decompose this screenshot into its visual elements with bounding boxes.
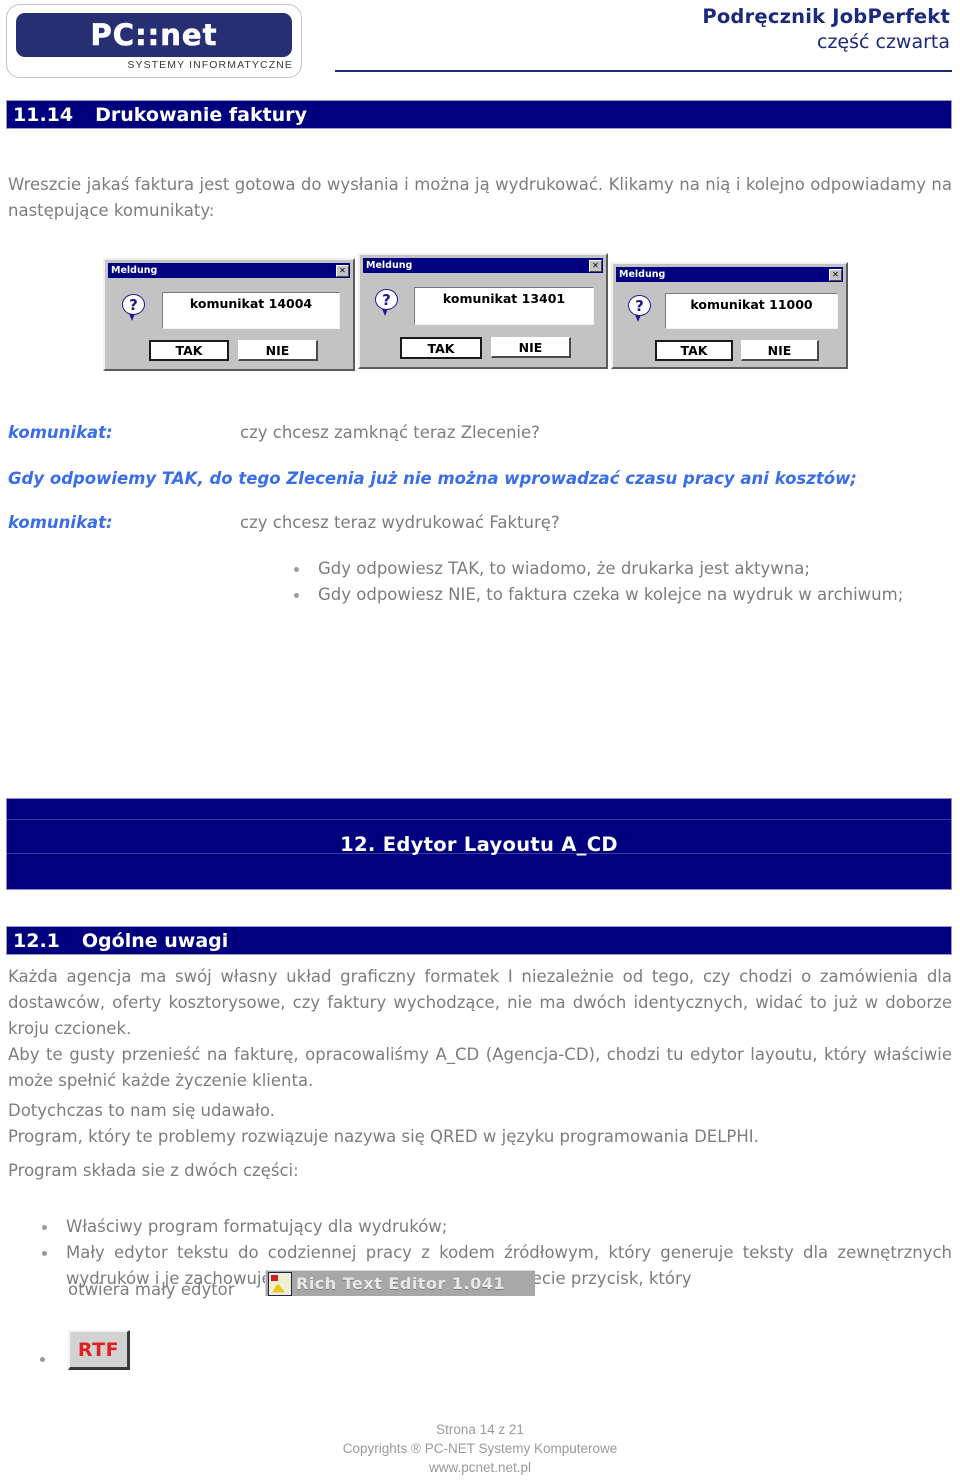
company-logo: PC::net SYSTEMY INFORMATYCZNE xyxy=(6,4,302,78)
dialog-title: Meldung xyxy=(111,265,158,276)
komunikat-note: Gdy odpowiemy TAK, do tego Zlecenia już … xyxy=(8,469,857,488)
dialog-message: komunikat 14004 xyxy=(162,292,340,329)
dialog-komunikat-13401[interactable]: Meldung ✕ ? komunikat 13401 TAK NIE xyxy=(358,253,608,369)
question-mark-icon: ? xyxy=(121,294,147,324)
dialog-yes-button[interactable]: TAK xyxy=(149,340,229,361)
open-editor-text: otwiera mały edytor xyxy=(68,1280,235,1299)
dialog-no-button[interactable]: NIE xyxy=(491,337,571,358)
logo-wordmark: PC::net xyxy=(90,18,218,53)
section-title: Ogólne uwagi xyxy=(81,929,229,952)
manual-title: Podręcznik JobPerfekt xyxy=(702,5,950,28)
dialog-yes-button[interactable]: TAK xyxy=(655,340,733,361)
komunikat-bullet-list: Gdy odpowiesz TAK, to wiadomo, że drukar… xyxy=(288,556,952,608)
logo-tagline: SYSTEMY INFORMATYCZNE xyxy=(127,59,293,71)
dialog-message: komunikat 13401 xyxy=(414,287,594,325)
komunikat-row-1: komunikat: czy chcesz zamknąć teraz Zlece… xyxy=(8,420,952,446)
question-mark-icon: ? xyxy=(627,295,653,325)
section-heading-11-14: 11.14 Drukowanie faktury xyxy=(6,100,952,129)
dialog-titlebar: Meldung ✕ xyxy=(616,267,843,282)
header-titles: Podręcznik JobPerfekt część czwarta xyxy=(702,4,950,55)
chapter-12-block: 12. Edytor Layoutu A_CD xyxy=(6,798,952,890)
dialog-titlebar: Meldung ✕ xyxy=(108,263,350,278)
chapter-title: 12. Edytor Layoutu A_CD xyxy=(340,832,618,856)
dialog-komunikat-11000[interactable]: Meldung ✕ ? komunikat 11000 TAK NIE xyxy=(611,262,848,369)
komunikat-label: komunikat: xyxy=(8,423,113,442)
list-item: Właściwy program formatujący dla wydrukó… xyxy=(36,1214,952,1240)
close-icon[interactable]: ✕ xyxy=(589,259,602,272)
paragraph-ogolne-3: Dotychczas to nam się udawało. Program, … xyxy=(8,1101,759,1146)
list-item: Gdy odpowiesz TAK, to wiadomo, że drukar… xyxy=(288,556,952,582)
copyright-text: Copyrights ® PC-NET Systemy Komputerowe xyxy=(342,1441,618,1456)
rich-text-editor-label: Rich Text Editor 1.041 xyxy=(296,1274,506,1293)
komunikat-row-2: komunikat: czy chcesz teraz wydrukować Fa… xyxy=(8,510,952,536)
website-url: www.pcnet.net.pl xyxy=(428,1460,532,1475)
header-divider xyxy=(335,70,952,72)
section-number: 11.14 xyxy=(13,103,74,126)
komunikat-label: komunikat: xyxy=(8,513,113,532)
section-number: 12.1 xyxy=(13,929,60,952)
list-item: Gdy odpowiesz NIE, to faktura czeka w ko… xyxy=(288,582,952,608)
rtf-list-bullet xyxy=(40,1357,45,1362)
close-icon[interactable]: ✕ xyxy=(336,264,349,277)
manual-subtitle: część czwarta xyxy=(817,31,950,53)
page-number: Strona 14 z 21 xyxy=(436,1422,524,1437)
dialog-message: komunikat 11000 xyxy=(665,293,838,329)
rich-text-editor-button[interactable]: Rich Text Editor 1.041 xyxy=(265,1270,535,1296)
dialog-no-button[interactable]: NIE xyxy=(741,340,819,361)
paragraph-ogolne-4: Program składa sie z dwóch części: xyxy=(8,1161,299,1180)
dialog-no-button[interactable]: NIE xyxy=(238,340,318,361)
section-title: Drukowanie faktury xyxy=(95,103,307,126)
dialog-title: Meldung xyxy=(366,260,413,271)
intro-paragraph: Wreszcie jakaś faktura jest gotowa do wy… xyxy=(8,175,952,220)
rich-text-editor-icon xyxy=(268,1271,292,1296)
page-footer: Strona 14 z 21 Copyrights ® PC-NET Syste… xyxy=(0,1420,960,1477)
paragraph-ogolne-2: Aby te gusty przenieść na fakturę, oprac… xyxy=(8,1045,952,1090)
rtf-button[interactable]: RTF xyxy=(68,1330,130,1370)
dialog-titlebar: Meldung ✕ xyxy=(363,258,603,273)
page-header: PC::net SYSTEMY INFORMATYCZNE Podręcznik… xyxy=(0,0,960,90)
komunikat-value: czy chcesz zamknąć teraz Zlecenie? xyxy=(240,423,540,442)
dialog-yes-button[interactable]: TAK xyxy=(400,337,482,359)
paragraph-ogolne-1: Każda agencja ma swój własny układ grafi… xyxy=(8,967,952,1038)
dialog-title: Meldung xyxy=(619,269,666,280)
logo-plate: PC::net xyxy=(16,13,292,57)
section-heading-12-1: 12.1 Ogólne uwagi xyxy=(6,926,952,955)
close-icon[interactable]: ✕ xyxy=(829,268,842,281)
komunikat-value: czy chcesz teraz wydrukować Fakturę? xyxy=(240,513,560,532)
dialog-komunikat-14004[interactable]: Meldung ✕ ? komunikat 14004 TAK NIE xyxy=(103,258,355,371)
question-mark-icon: ? xyxy=(374,289,400,319)
